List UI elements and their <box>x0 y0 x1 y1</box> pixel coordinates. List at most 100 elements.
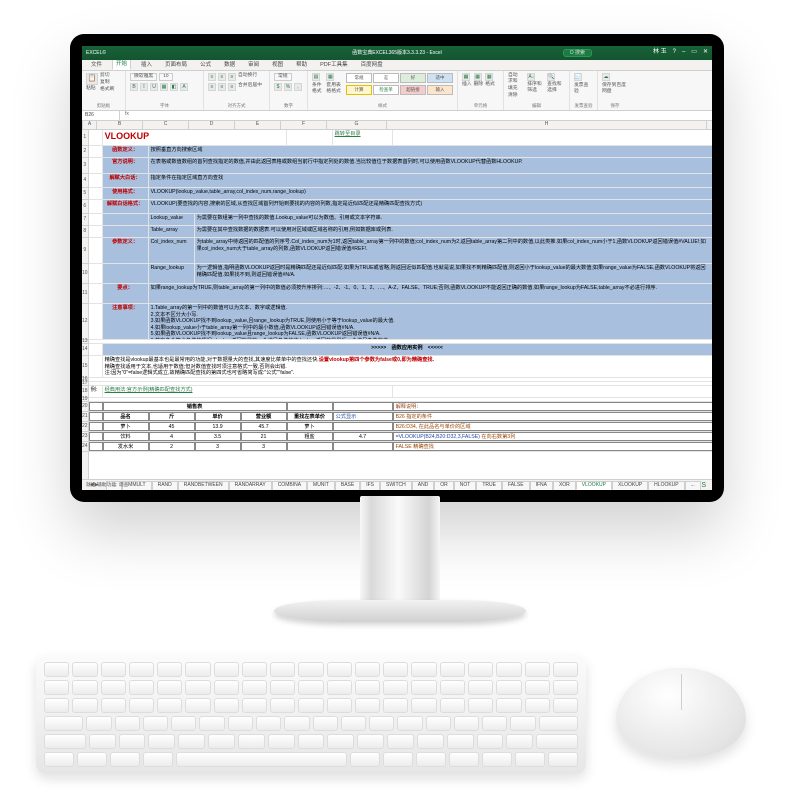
cell[interactable]: Col_index_num <box>149 238 195 263</box>
cell[interactable] <box>89 188 103 199</box>
style-preset[interactable]: 适中 <box>427 73 453 83</box>
search-box[interactable]: O 搜索 <box>563 49 592 57</box>
cell[interactable] <box>89 402 103 411</box>
cell[interactable] <box>103 264 149 283</box>
row-20[interactable]: 20 <box>82 402 88 412</box>
row-22[interactable]: 22 <box>82 422 88 432</box>
sheet-tab[interactable]: IFNA <box>530 481 553 490</box>
invoice-icon[interactable]: 🧾 <box>574 73 582 81</box>
cloud-save-icon[interactable]: ☁ <box>602 73 610 81</box>
col-D[interactable]: D <box>189 121 235 129</box>
cell[interactable]: 如果range_lookup为TRUE,则table_array的第一列中的数值… <box>149 284 712 303</box>
user-label[interactable]: 林 玉 <box>653 49 667 57</box>
row-8[interactable]: 8 <box>82 226 88 238</box>
cell[interactable] <box>89 174 103 187</box>
cell[interactable]: 重找左表单价 <box>287 412 333 421</box>
currency-icon[interactable]: $ <box>274 83 282 91</box>
row-2[interactable]: 2 <box>82 146 88 158</box>
cell[interactable]: 解赋白话格式： <box>103 200 149 213</box>
sheet-tab[interactable]: NOT <box>454 481 477 490</box>
maximize-icon[interactable]: ▭ <box>691 49 697 57</box>
col-H[interactable]: H <box>387 121 707 129</box>
clear-button[interactable]: 清除 <box>508 93 522 99</box>
cell[interactable]: 饮料 <box>103 432 149 441</box>
cell[interactable]: 解释说明： <box>393 402 712 411</box>
sheet-tab[interactable]: BASE <box>335 481 360 490</box>
sheet-tab[interactable]: HLOOKUP <box>648 481 684 490</box>
italic-button[interactable]: I <box>140 83 148 91</box>
cell[interactable]: 4.7 <box>333 432 393 441</box>
cell[interactable] <box>333 422 393 431</box>
table-style-button[interactable]: ▦ <box>326 73 334 81</box>
sheet-tab[interactable]: XLOOKUP <box>612 481 648 490</box>
column-headers[interactable]: ABCDEFGHIJK <box>82 121 712 130</box>
cell[interactable]: 公式显示 <box>333 412 393 421</box>
paste-icon[interactable]: 📋 <box>86 73 98 85</box>
fill-color-button[interactable]: ◧ <box>170 83 178 91</box>
tab-pdf[interactable]: PDF工具集 <box>317 61 351 70</box>
comma-icon[interactable]: , <box>294 83 302 91</box>
cell[interactable]: 精确查找是vlookup最基本也是最常用的功能,对于数据量大的查找,其速度比菜单… <box>103 356 712 377</box>
name-box[interactable]: B26 <box>82 111 120 120</box>
cell[interactable]: 13.9 <box>195 422 241 431</box>
cell[interactable] <box>89 442 103 451</box>
row-4[interactable]: 4 <box>82 174 88 188</box>
cell[interactable]: Range_lookup <box>149 264 195 283</box>
style-preset[interactable]: 常规 <box>346 73 372 83</box>
cell[interactable]: 1.Table_array的第一列中的数值可以为文本、数字或逻辑值. 2.文本不… <box>149 304 712 339</box>
cell[interactable]: 3.5 <box>195 432 241 441</box>
col-C[interactable]: C <box>143 121 189 129</box>
cell[interactable]: 使用格式： <box>103 188 149 199</box>
autosum-button[interactable]: 自动求和 <box>508 73 522 85</box>
style-preset[interactable]: 差 <box>373 73 399 83</box>
cell[interactable]: 粗盐 <box>287 432 333 441</box>
sheet-tab[interactable]: RAND <box>152 481 178 490</box>
find-select-button[interactable]: 🔍 <box>547 73 555 81</box>
formula-input[interactable] <box>134 111 712 120</box>
tab-home[interactable]: 开始 <box>112 59 131 70</box>
row-11[interactable]: 11 <box>82 284 88 304</box>
border-button[interactable]: ▦ <box>160 83 168 91</box>
sheet-tab[interactable]: SWITCH <box>380 481 412 490</box>
cell[interactable]: 经典用法:官方示例(精确匹配查找方式) <box>103 386 393 397</box>
percent-icon[interactable]: % <box>284 83 292 91</box>
worksheet-grid[interactable]: ABCDEFGHIJK 1234567891011121314151617181… <box>82 121 712 479</box>
cell[interactable] <box>89 226 103 237</box>
cell[interactable]: 21 <box>241 432 287 441</box>
number-format-select[interactable]: 常规 <box>274 73 292 81</box>
insert-cells-button[interactable]: ▦ <box>462 73 470 81</box>
tab-insert[interactable]: 插入 <box>138 61 155 70</box>
tab-baidu[interactable]: 百度网盘 <box>358 61 386 70</box>
align-right-icon[interactable]: ≡ <box>228 83 236 91</box>
cell[interactable] <box>393 386 712 397</box>
cell[interactable]: 3 <box>195 442 241 451</box>
cell[interactable]: 45 <box>149 422 195 431</box>
minimize-icon[interactable]: – <box>682 49 685 57</box>
cell[interactable]: 2 <box>149 442 195 451</box>
cell[interactable]: 为table_array中待返回的匹配值的列序号.Col_index_num为1… <box>195 238 712 263</box>
cell[interactable]: 要点： <box>103 284 149 303</box>
cell[interactable]: B26:D34, 在此品名与单价的区域 <box>393 422 712 431</box>
cell[interactable]: 萝卜 <box>103 422 149 431</box>
cell[interactable]: 为需要在其中查找数据的数据表.可以使用对区域或区域名称的引用,例如数据库或列表. <box>195 226 712 237</box>
bold-button[interactable]: B <box>130 83 138 91</box>
cell[interactable]: 4 <box>149 432 195 441</box>
merge-button[interactable]: 合并后居中 <box>238 83 262 91</box>
cell[interactable]: 例: <box>89 386 103 397</box>
cell[interactable] <box>287 402 333 411</box>
col-F[interactable]: F <box>281 121 327 129</box>
cell[interactable]: 3 <box>241 442 287 451</box>
cell[interactable] <box>89 432 103 441</box>
cut-button[interactable]: 剪切 <box>100 73 114 79</box>
sheet-tab[interactable]: OR <box>434 481 454 490</box>
cell[interactable] <box>89 304 103 339</box>
cell[interactable]: VLOOKUP(要查找的内容,搜索的区域,从查找区域首列开始到要找的内容的列数,… <box>149 200 712 213</box>
cell[interactable] <box>287 130 333 145</box>
cell[interactable]: 45.7 <box>241 422 287 431</box>
tab-help[interactable]: 帮助 <box>293 61 310 70</box>
tab-view[interactable]: 视图 <box>269 61 286 70</box>
sort-filter-button[interactable]: A↓ <box>527 73 535 81</box>
col-A[interactable]: A <box>83 121 97 129</box>
align-center-icon[interactable]: ≡ <box>218 83 226 91</box>
cell[interactable] <box>89 422 103 431</box>
